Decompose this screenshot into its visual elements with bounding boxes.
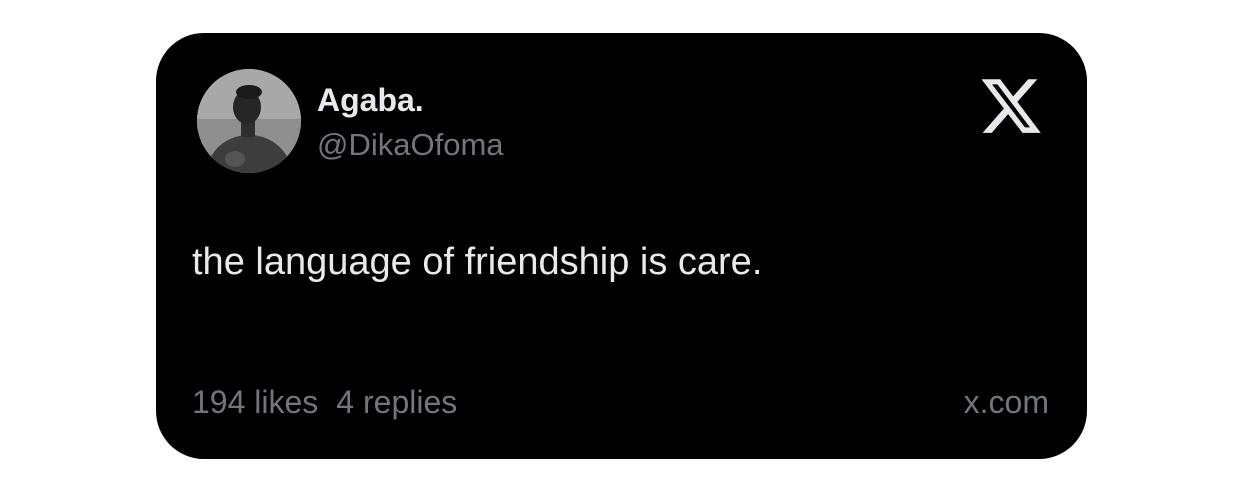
avatar-photo xyxy=(197,69,301,173)
tweet-text: the language of friendship is care. xyxy=(192,241,763,283)
avatar[interactable] xyxy=(197,69,301,173)
source-domain[interactable]: x.com xyxy=(964,382,1049,422)
likes-count[interactable]: 194 likes xyxy=(192,384,318,420)
tweet-card[interactable]: Agaba. @DikaOfoma the language of friend… xyxy=(156,33,1087,459)
tweet-stats: 194 likes 4 replies xyxy=(192,382,457,422)
display-name[interactable]: Agaba. xyxy=(317,81,424,119)
user-handle[interactable]: @DikaOfoma xyxy=(317,126,504,164)
x-logo-icon[interactable] xyxy=(978,73,1044,139)
replies-count[interactable]: 4 replies xyxy=(336,384,457,420)
